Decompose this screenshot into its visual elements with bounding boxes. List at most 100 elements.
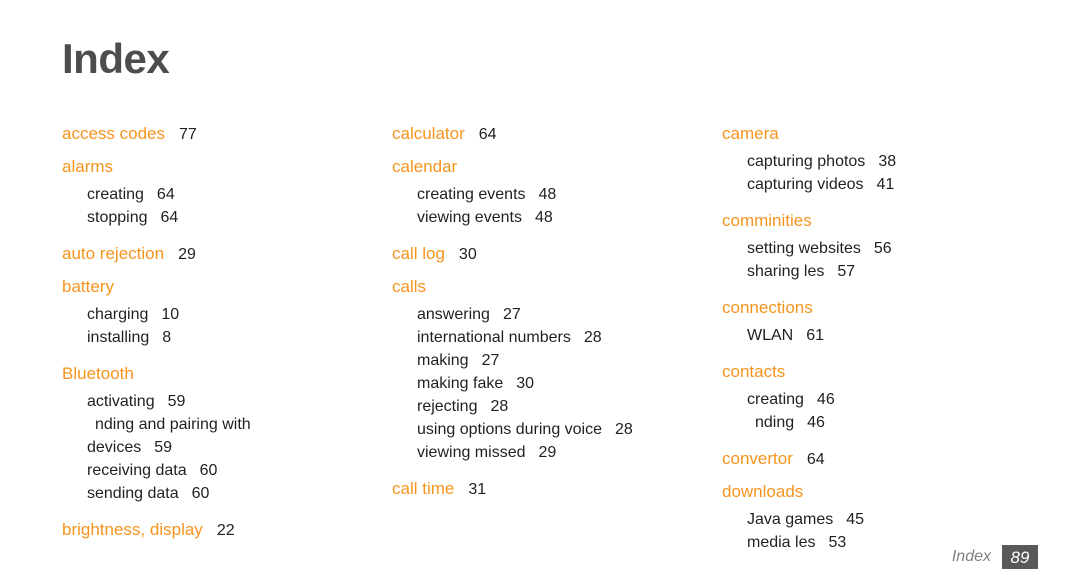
index-entry-main[interactable]: calendar bbox=[392, 151, 692, 183]
index-entry-page-number: 41 bbox=[876, 176, 895, 193]
entry-group-gap bbox=[722, 434, 1032, 443]
index-entry-page-number: 64 bbox=[160, 209, 179, 226]
index-entry-sub[interactable]: sharing les 57 bbox=[747, 260, 1032, 283]
index-entry-main[interactable]: brightness, display 22 bbox=[62, 514, 362, 547]
index-entry-main[interactable]: convertor 64 bbox=[722, 443, 1032, 476]
index-entry-term: viewing events bbox=[417, 209, 522, 226]
entry-group-gap bbox=[62, 229, 362, 238]
entry-group-gap bbox=[62, 505, 362, 514]
index-entry-page-number: 8 bbox=[162, 329, 172, 346]
index-entry-page-number: 53 bbox=[828, 534, 847, 551]
index-entry-term: battery bbox=[62, 277, 114, 296]
index-entry-term: Java games bbox=[747, 511, 834, 528]
index-entry-main[interactable]: Bluetooth bbox=[62, 358, 362, 390]
index-entry-main[interactable]: contacts bbox=[722, 356, 1032, 388]
index-entry-page-number: 64 bbox=[806, 451, 825, 468]
index-entry-page-number: 28 bbox=[615, 421, 633, 438]
index-entry-term: setting websites bbox=[747, 240, 861, 257]
index-entry-main[interactable]: camera bbox=[722, 118, 1032, 150]
index-entry-sub[interactable]: answering 27 bbox=[417, 303, 692, 326]
index-entry-main[interactable]: alarms bbox=[62, 151, 362, 183]
index-entry-term: alarms bbox=[62, 157, 114, 176]
index-entry-term: access codes bbox=[62, 124, 165, 143]
index-entry-sub[interactable]: receiving data 60 bbox=[87, 459, 362, 482]
index-entry-sub[interactable]: rejecting 28 bbox=[417, 395, 692, 418]
index-entry-term: calls bbox=[392, 277, 427, 296]
index-entry-sub[interactable]: creating 64 bbox=[87, 183, 362, 206]
index-entry-term: Bluetooth bbox=[62, 364, 134, 383]
index-entry-page-number: 59 bbox=[154, 439, 173, 456]
index-entry-term: convertor bbox=[722, 449, 793, 468]
index-entry-main[interactable]: call log 30 bbox=[392, 238, 692, 271]
entry-group-gap bbox=[392, 229, 692, 238]
index-entry-page-number: 45 bbox=[846, 511, 865, 528]
index-entry-sub[interactable]: setting websites 56 bbox=[747, 237, 1032, 260]
index-entry-term: capturing photos bbox=[747, 153, 866, 170]
index-entry-term: call time bbox=[392, 479, 455, 498]
index-entry-page-number: 57 bbox=[837, 263, 856, 280]
index-entry-term: activating bbox=[87, 393, 155, 410]
index-entry-sub[interactable]: creating 46 bbox=[747, 388, 1032, 411]
index-entry-sub[interactable]: stopping 64 bbox=[87, 206, 362, 229]
index-entry-sub-wrapped[interactable]: nding and pairing with bbox=[95, 413, 362, 436]
index-entry-sub[interactable]: viewing missed 29 bbox=[417, 441, 692, 464]
index-entry-term: connections bbox=[722, 298, 813, 317]
index-entry-sub[interactable]: WLAN 61 bbox=[747, 324, 1032, 347]
index-entry-sub[interactable]: capturing photos 38 bbox=[747, 150, 1032, 173]
index-entry-page-number: 28 bbox=[583, 329, 602, 346]
index-entry-term: making bbox=[417, 352, 469, 369]
index-entry-main[interactable]: battery bbox=[62, 271, 362, 303]
index-column-1: access codes 77 alarms creating 64 stopping 64… bbox=[62, 118, 362, 547]
index-entry-sub[interactable]: activating 59 bbox=[87, 390, 362, 413]
index-entry-term: making fake bbox=[417, 375, 504, 392]
entry-group-gap bbox=[722, 347, 1032, 356]
index-entry-main[interactable]: calls bbox=[392, 271, 692, 303]
index-entry-term: calculator bbox=[392, 124, 465, 143]
index-column-2: calculator 64 calendar creating events 48 vie… bbox=[392, 118, 692, 506]
index-entry-page-number: 48 bbox=[538, 186, 557, 203]
index-entry-sub[interactable]: Java games 45 bbox=[747, 508, 1032, 531]
index-entry-main[interactable]: access codes 77 bbox=[62, 118, 362, 151]
page-footer: Index 89 bbox=[952, 545, 1038, 569]
index-entry-sub[interactable]: installing 8 bbox=[87, 326, 362, 349]
index-entry-sub[interactable]: viewing events 48 bbox=[417, 206, 692, 229]
index-entry-page-number: 28 bbox=[490, 398, 509, 415]
index-entry-term: downloads bbox=[722, 482, 804, 501]
index-entry-main[interactable]: calculator 64 bbox=[392, 118, 692, 151]
index-entry-page-number: 64 bbox=[478, 126, 497, 143]
index-entry-main[interactable]: auto rejection 29 bbox=[62, 238, 362, 271]
index-entry-page-number: 64 bbox=[156, 186, 175, 203]
index-entry-sub-wrapped[interactable]: nding 46 bbox=[755, 411, 1032, 434]
index-entry-term: viewing missed bbox=[417, 444, 526, 461]
index-entry-page-number: 60 bbox=[191, 485, 210, 502]
index-entry-main[interactable]: comminities bbox=[722, 205, 1032, 237]
index-entry-term: auto rejection bbox=[62, 244, 165, 263]
index-entry-sub[interactable]: international numbers 28 bbox=[417, 326, 692, 349]
index-entry-page-number: 29 bbox=[178, 246, 196, 263]
index-entry-page-number: 59 bbox=[167, 393, 186, 410]
index-entry-page-number: 61 bbox=[806, 327, 825, 344]
index-entry-term: media les bbox=[747, 534, 816, 551]
index-entry-sub[interactable]: making 27 bbox=[417, 349, 692, 372]
index-entry-term: WLAN bbox=[747, 327, 794, 344]
entry-group-gap bbox=[722, 196, 1032, 205]
index-entry-term: stopping bbox=[87, 209, 148, 226]
index-entry-sub[interactable]: using options during voice 28 bbox=[417, 418, 692, 441]
index-entry-sub[interactable]: charging 10 bbox=[87, 303, 362, 326]
index-entry-page-number: 22 bbox=[216, 522, 235, 539]
index-entry-term: capturing videos bbox=[747, 176, 864, 193]
index-entry-page-number: 46 bbox=[816, 391, 835, 408]
index-entry-sub[interactable]: making fake 30 bbox=[417, 372, 692, 395]
page-title: Index bbox=[62, 35, 170, 82]
index-entry-sub[interactable]: creating events 48 bbox=[417, 183, 692, 206]
index-entry-main[interactable]: downloads bbox=[722, 476, 1032, 508]
index-entry-main[interactable]: call time 31 bbox=[392, 473, 692, 506]
index-entry-term: rejecting bbox=[417, 398, 478, 415]
index-entry-sub[interactable]: sending data 60 bbox=[87, 482, 362, 505]
index-entry-sub-continued[interactable]: devices 59 bbox=[87, 436, 362, 459]
index-entry-main[interactable]: connections bbox=[722, 292, 1032, 324]
index-entry-page-number: 77 bbox=[179, 126, 197, 143]
index-entry-sub[interactable]: capturing videos 41 bbox=[747, 173, 1032, 196]
index-entry-page-number: 27 bbox=[481, 352, 500, 369]
index-entry-page-number: 48 bbox=[534, 209, 553, 226]
